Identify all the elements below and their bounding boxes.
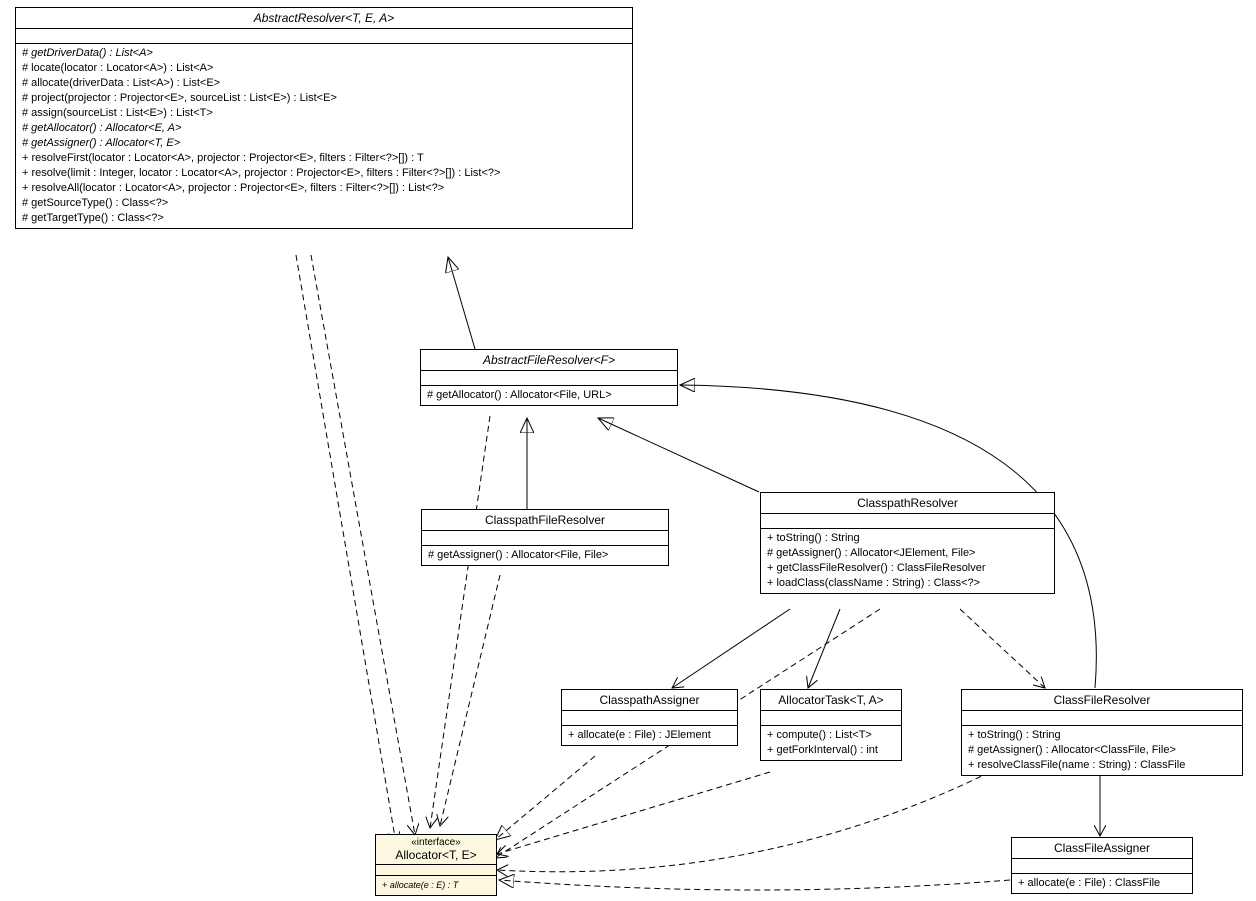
attrs <box>16 29 632 44</box>
title: ClassFileResolver <box>1054 693 1151 707</box>
title: ClassFileAssigner <box>1054 841 1150 855</box>
title: AbstractResolver<T, E, A> <box>254 11 395 25</box>
attrs <box>421 371 677 386</box>
interface-allocator: «interface» Allocator<T, E> + allocate(e… <box>375 834 497 896</box>
class-abstract-resolver: AbstractResolver<T, E, A> # getDriverDat… <box>15 7 633 229</box>
ops: + allocate(e : File) : JElement <box>562 726 737 745</box>
ops: + toString() : String # getAssigner() : … <box>761 529 1054 593</box>
title: Allocator<T, E> <box>395 848 476 862</box>
attrs <box>1012 859 1192 874</box>
ops: # getDriverData() : List<A> # locate(loc… <box>16 44 632 228</box>
attrs <box>376 865 496 876</box>
stereotype: «interface» <box>378 837 494 848</box>
attrs <box>761 711 901 726</box>
attrs <box>562 711 737 726</box>
ops: + allocate(e : E) : T <box>376 876 496 895</box>
ops: + allocate(e : File) : ClassFile <box>1012 874 1192 893</box>
title: AllocatorTask<T, A> <box>778 693 883 707</box>
ops: + compute() : List<T> + getForkInterval(… <box>761 726 901 760</box>
attrs <box>422 531 668 546</box>
title: AbstractFileResolver<F> <box>483 353 615 367</box>
class-classpath-assigner: ClasspathAssigner + allocate(e : File) :… <box>561 689 738 746</box>
attrs <box>962 711 1242 726</box>
class-classpath-file-resolver: ClasspathFileResolver # getAssigner() : … <box>421 509 669 566</box>
class-class-file-assigner: ClassFileAssigner + allocate(e : File) :… <box>1011 837 1193 894</box>
title: ClasspathFileResolver <box>485 513 605 527</box>
title: ClasspathResolver <box>857 496 958 510</box>
class-abstract-file-resolver: AbstractFileResolver<F> # getAllocator()… <box>420 349 678 406</box>
title: ClasspathAssigner <box>599 693 699 707</box>
class-classpath-resolver: ClasspathResolver + toString() : String … <box>760 492 1055 594</box>
ops: # getAssigner() : Allocator<File, File> <box>422 546 668 565</box>
ops: + toString() : String # getAssigner() : … <box>962 726 1242 775</box>
ops: # getAllocator() : Allocator<File, URL> <box>421 386 677 405</box>
class-class-file-resolver: ClassFileResolver + toString() : String … <box>961 689 1243 776</box>
attrs <box>761 514 1054 529</box>
class-allocator-task: AllocatorTask<T, A> + compute() : List<T… <box>760 689 902 761</box>
